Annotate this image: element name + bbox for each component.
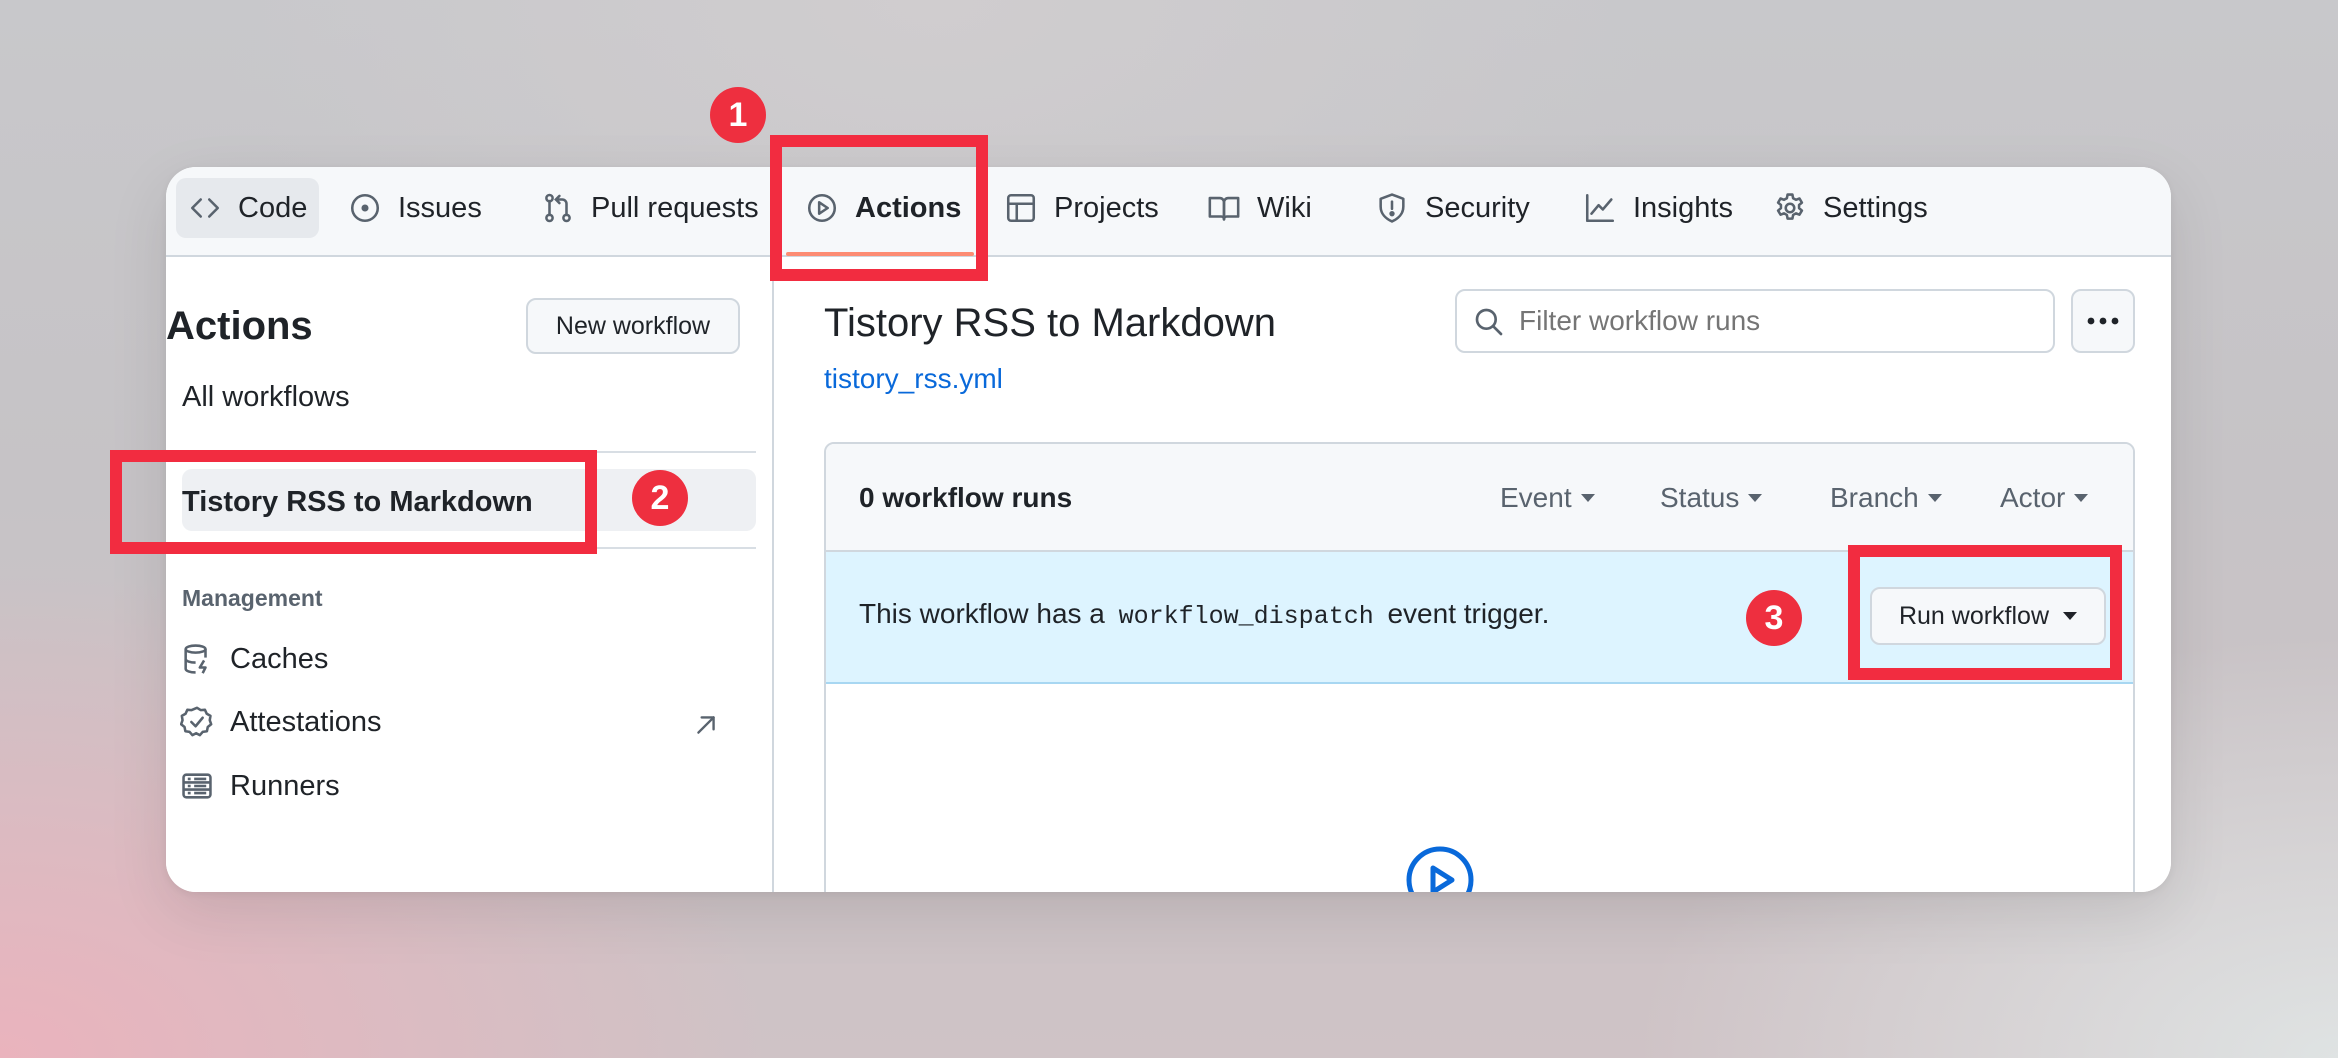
banner-suffix: event trigger. [1387,598,1550,629]
workflow-file-link[interactable]: tistory_rss.yml [824,363,1003,395]
workflow-dispatch-banner: This workflow has a workflow_dispatch ev… [826,552,2133,684]
banner-code: workflow_dispatch [1118,602,1374,631]
runs-count: 0 workflow runs [859,482,1073,513]
filter-label: Event [1500,482,1572,513]
run-workflow-button[interactable]: Run workflow [1870,587,2106,645]
tab-wiki[interactable]: Wiki [1195,178,1324,238]
banner-text: This workflow has a workflow_dispatch ev… [859,598,1549,631]
book-icon [1208,196,1240,221]
sidebar-item-all-workflows[interactable]: All workflows [182,381,350,414]
actions-sidebar: Actions New workflow All workflows Tisto… [166,257,774,892]
sidebar-item-runners[interactable]: Runners [180,769,340,803]
tab-label: Wiki [1257,191,1312,224]
table-icon [1006,193,1036,223]
tab-label: Code [238,191,308,224]
shield-icon [1379,193,1405,223]
banner-prefix: This workflow has a [859,598,1105,629]
actor-filter-dropdown[interactable]: Actor [2000,482,2089,514]
issue-icon [350,193,380,223]
annotation-badge-1: 1 [710,87,766,143]
github-window: Code Issues Pull requests Actions Projec… [166,167,2171,892]
search-icon [1475,308,1503,336]
sidebar-divider [166,451,756,453]
tab-label: Insights [1633,191,1733,224]
external-link-arrow-icon [697,716,715,734]
tab-label: Settings [1823,191,1928,224]
tab-label: Actions [855,191,962,224]
event-filter-dropdown[interactable]: Event [1500,482,1595,514]
tab-label: Issues [398,191,482,224]
more-options-button[interactable] [2071,289,2135,353]
tab-settings[interactable]: Settings [1761,178,1940,238]
verified-badge-icon [180,706,213,737]
tab-label: Security [1425,191,1530,224]
new-workflow-button[interactable]: New workflow [526,298,740,354]
caret-down-icon [2074,494,2089,502]
sidebar-item-caches[interactable]: Caches [180,642,328,676]
sidebar-item-label: Caches [230,642,329,675]
graph-icon [1585,193,1615,223]
tab-actions[interactable]: Actions [793,178,973,238]
filter-label: Actor [2000,482,2066,513]
play-circle-icon [1406,846,1474,892]
tab-code[interactable]: Code [176,178,320,238]
runs-header: 0 workflow runs Event Status Branch Acto… [826,444,2133,552]
filter-label: Status [1660,482,1740,513]
sidebar-item-tistory-rss[interactable]: Tistory RSS to Markdown [182,486,533,519]
status-filter-dropdown[interactable]: Status [1660,482,1763,514]
sidebar-item-attestations[interactable]: Attestations [180,705,382,739]
repo-nav-tabs: Code Issues Pull requests Actions Projec… [166,167,2171,257]
server-icon [182,773,212,799]
tab-issues[interactable]: Issues [336,178,494,238]
filter-runs-input[interactable] [1517,304,2021,338]
sidebar-heading: Actions [166,304,313,348]
pull-request-icon [545,193,571,223]
sidebar-item-label: Runners [230,769,340,802]
sidebar-item-label: Attestations [230,705,382,738]
annotation-badge-3: 3 [1746,590,1802,646]
workflow-main: Tistory RSS to Markdown tistory_rss.yml … [774,257,2171,892]
kebab-horizontal-icon [2087,317,2119,325]
caret-down-icon [1748,494,1763,502]
tab-insights[interactable]: Insights [1571,178,1745,238]
workflow-runs-panel: 0 workflow runs Event Status Branch Acto… [824,442,2135,892]
workflow-title: Tistory RSS to Markdown [824,301,1276,345]
branch-filter-dropdown[interactable]: Branch [1830,482,1942,514]
tab-label: Pull requests [591,191,759,224]
tab-label: Projects [1054,191,1159,224]
tab-projects[interactable]: Projects [992,178,1171,238]
caret-down-icon [1927,494,1942,502]
caret-down-icon [1580,494,1595,502]
management-label: Management [182,585,323,611]
sidebar-divider [166,547,756,549]
caret-down-icon [2063,612,2078,620]
annotation-badge-2: 2 [632,470,688,526]
tab-pull-requests[interactable]: Pull requests [529,178,771,238]
play-circle-icon [807,193,837,223]
run-workflow-label: Run workflow [1898,601,2050,630]
tab-security[interactable]: Security [1363,178,1542,238]
active-tab-underline [786,252,974,256]
filter-label: Branch [1830,482,1919,513]
database-icon [184,644,207,674]
code-icon [190,198,220,218]
filter-runs-search[interactable] [1455,289,2055,353]
gear-icon [1776,193,1804,220]
